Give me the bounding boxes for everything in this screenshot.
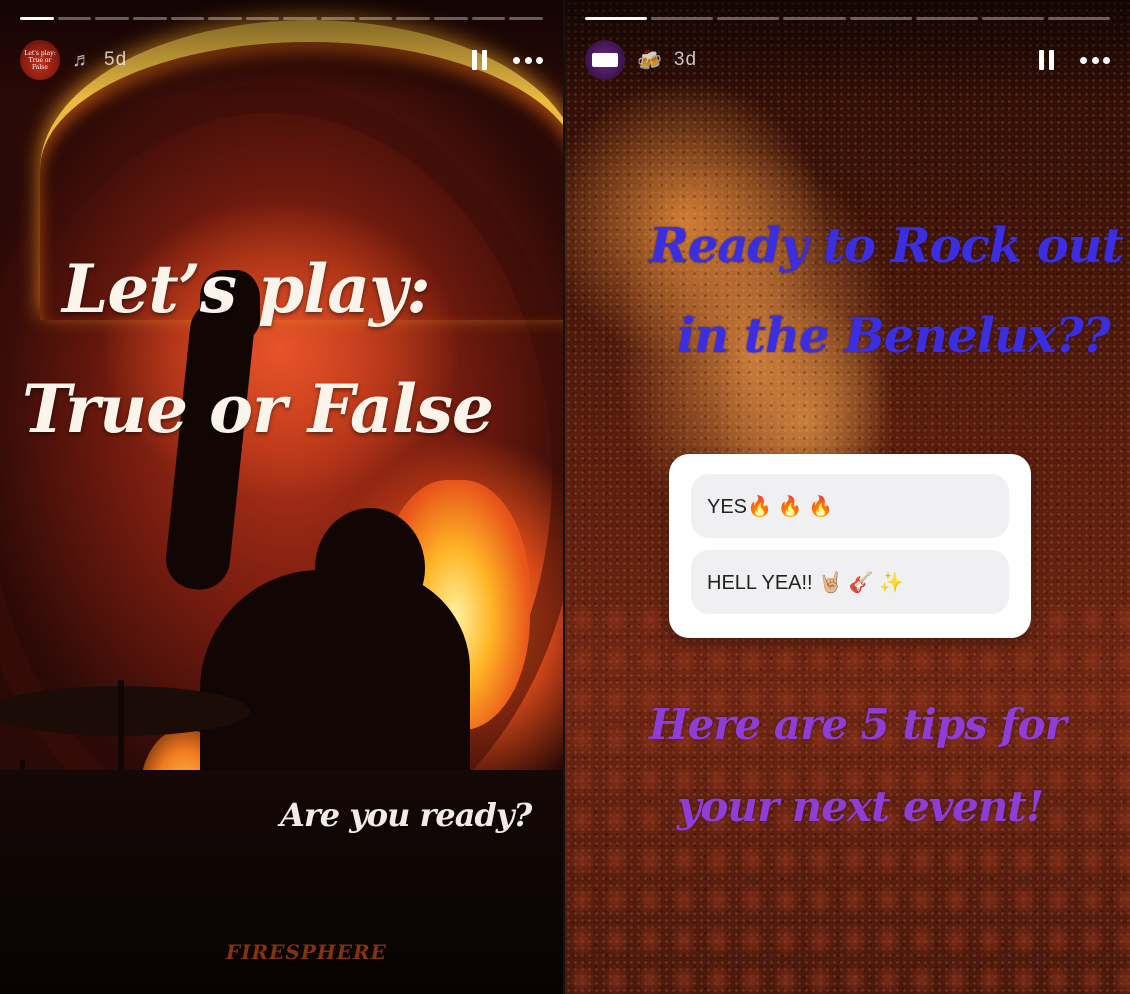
progress-segment [283, 17, 318, 20]
pause-button[interactable] [465, 46, 493, 74]
progress-segment [471, 17, 506, 20]
progress-segment [849, 17, 912, 20]
progress-segment [57, 17, 92, 20]
beer-mugs-icon: 🍻 [637, 49, 662, 72]
story-progress-bar [20, 17, 543, 20]
progress-segment [651, 17, 714, 20]
more-dot-icon [524, 56, 532, 64]
more-dot-icon [513, 56, 520, 64]
story-progress-bar [585, 17, 1110, 20]
poll-option-yes[interactable]: YES🔥 🔥 🔥 [691, 474, 1009, 538]
cymbal-graphic [0, 686, 250, 736]
progress-segment [245, 17, 280, 20]
more-options-button[interactable] [1080, 46, 1110, 74]
more-dot-icon [1091, 56, 1099, 64]
story-footer-line-2: your next event! [677, 782, 1044, 831]
pause-icon [471, 50, 477, 70]
more-dot-icon [536, 56, 543, 64]
pause-icon [1038, 50, 1044, 70]
poll-sticker: YES🔥 🔥 🔥 HELL YEA!! 🤘🏼 🎸 ✨ [669, 454, 1031, 638]
progress-segment [981, 17, 1044, 20]
story-title-line-1: Let’s play: [62, 250, 431, 328]
story-card-1[interactable]: Let’s play: True or False Are you ready?… [0, 0, 563, 994]
poll-option-hell-yea[interactable]: HELL YEA!! 🤘🏼 🎸 ✨ [691, 550, 1009, 614]
avatar-thumbnail [592, 53, 618, 67]
story-age: 5d [104, 49, 128, 70]
progress-segment [509, 17, 543, 20]
profile-avatar[interactable]: Let's play: True or False [20, 40, 60, 80]
story-header: Let's play: True or False ♬ 5d [20, 38, 543, 82]
progress-segment [434, 17, 468, 20]
progress-segment [717, 17, 780, 20]
brand-watermark: FIRESPHERE [226, 940, 387, 964]
story-header: 🍻 3d [585, 38, 1110, 82]
story-footer-line-1: Here are 5 tips for [649, 700, 1067, 749]
progress-segment [170, 17, 205, 20]
progress-segment [95, 17, 129, 20]
progress-segment [783, 17, 846, 20]
stories-viewer: Let’s play: True or False Are you ready?… [0, 0, 1130, 994]
more-options-button[interactable] [513, 46, 543, 74]
avatar-text: Let's play: True or False [24, 49, 56, 71]
progress-segment [358, 17, 393, 20]
story-title-line-1: Ready to Rock out [649, 218, 1124, 274]
story-card-2[interactable]: Ready to Rock out in the Benelux?? YES🔥 … [565, 0, 1130, 994]
music-notes-icon: ♬ [72, 48, 92, 71]
story-title-line-2: True or False [22, 370, 494, 448]
progress-segment [20, 17, 54, 20]
progress-segment [321, 17, 355, 20]
story-age: 3d [673, 49, 698, 70]
more-dot-icon [1080, 56, 1087, 64]
more-dot-icon [1103, 56, 1110, 64]
profile-avatar[interactable] [585, 40, 625, 80]
progress-segment [915, 17, 978, 20]
progress-segment [585, 17, 648, 20]
progress-segment [132, 17, 167, 20]
drummer-silhouette [315, 508, 425, 628]
progress-segment [1047, 17, 1110, 20]
progress-segment [396, 17, 431, 20]
pause-button[interactable] [1032, 46, 1060, 74]
pause-icon [481, 50, 487, 70]
story-subtitle: Are you ready? [280, 796, 532, 834]
pause-icon [1048, 50, 1054, 70]
story-title-line-2: in the Benelux?? [677, 308, 1111, 364]
progress-segment [208, 17, 242, 20]
